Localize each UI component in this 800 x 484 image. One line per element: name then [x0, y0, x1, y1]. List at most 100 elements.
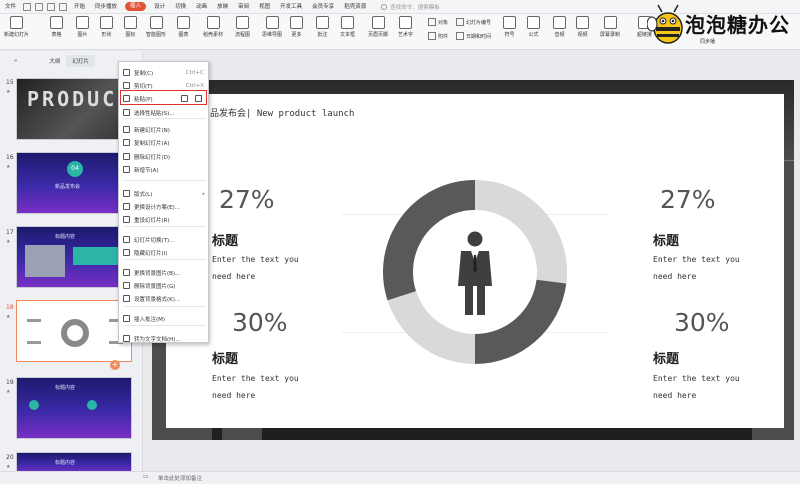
formula-button[interactable]: 公式 — [527, 16, 540, 38]
comment-button[interactable]: 批注 — [316, 16, 329, 38]
icon-button[interactable]: 图标 — [124, 16, 137, 38]
new-slide-button[interactable]: 新建幻灯片 — [4, 16, 29, 38]
menu-review[interactable]: 审阅 — [233, 0, 254, 14]
context-menu-item[interactable]: 选择性粘贴(S)... — [119, 106, 210, 119]
menu-view[interactable]: 视图 — [254, 0, 275, 14]
context-menu-label: 插入批注(M) — [134, 316, 166, 323]
slide-number-button[interactable]: 幻灯片编号 — [456, 18, 491, 26]
slide-canvas[interactable]: 品发布会| New product launch 27% 标题 Enter th… — [166, 94, 784, 428]
table-button[interactable]: 表格 — [50, 16, 63, 38]
context-menu-item[interactable]: 更换设计方案(E)... — [119, 200, 210, 213]
add-after-icon[interactable]: + — [110, 360, 120, 370]
context-menu-item[interactable]: 版式(L) ▸ — [119, 187, 210, 200]
tab-slides[interactable]: 幻灯片 — [66, 55, 95, 67]
tab-outline[interactable]: 大纲 — [43, 55, 66, 67]
video-button[interactable]: 视频 — [576, 16, 589, 38]
slide-thumbnail[interactable]: 04 新品发布会 — [16, 152, 132, 214]
slide-thumbnail[interactable]: PRODUCT — [16, 78, 132, 140]
undo-icon[interactable] — [47, 2, 56, 11]
menu-separator — [123, 306, 206, 307]
context-menu-item[interactable]: 更换背景图片(B)... — [119, 266, 210, 279]
context-menu-item[interactable]: 重设幻灯片(R) — [119, 213, 210, 226]
panel-collapse-icon[interactable]: « — [8, 56, 23, 66]
menu-developer[interactable]: 开发工具 — [275, 0, 307, 14]
menu-transition[interactable]: 切换 — [170, 0, 191, 14]
context-menu-item[interactable]: 插入批注(M) — [119, 312, 210, 325]
attachment-button[interactable]: 附件 — [428, 32, 448, 40]
context-menu: 复制(C) Ctrl+C 剪切(T) Ctrl+X 粘贴(P) 选择性粘贴(S)... 新建… — [118, 61, 209, 343]
hide-slide-icon — [123, 249, 130, 256]
symbol-button[interactable]: 符号 — [503, 16, 516, 38]
smartart-icon — [149, 16, 163, 29]
context-menu-item[interactable]: 复制幻灯片(A) — [119, 136, 210, 149]
context-menu-item[interactable]: 新增节(A) — [119, 163, 210, 176]
command-search[interactable]: 查找命令、搜索模板 — [381, 3, 440, 11]
object-button[interactable]: 对象 — [428, 18, 448, 26]
context-menu-label: 新建幻灯片(N) — [134, 127, 170, 134]
audio-button[interactable]: 音频 — [553, 16, 566, 38]
context-menu-label: 选择性粘贴(S)... — [134, 110, 175, 117]
bee-mascot-icon — [647, 4, 683, 44]
shape-button[interactable]: 形状 — [100, 16, 113, 38]
slide-thumbnail[interactable]: 标题内容 — [16, 377, 132, 439]
mindmap-button[interactable]: 思维导图 — [262, 16, 282, 38]
context-menu-item[interactable]: 复制(C) Ctrl+C — [119, 66, 210, 79]
wordart-button[interactable]: 艺术字 — [398, 16, 413, 38]
menu-insert[interactable]: 插入 — [125, 2, 147, 11]
smartart-button[interactable]: 智能图形 — [146, 16, 166, 38]
stat-percent: 30% — [674, 308, 730, 337]
notes-toggle-icon[interactable]: ▭ — [143, 473, 149, 480]
delete-slide-icon — [123, 153, 130, 160]
context-menu-item[interactable]: 幻灯片切换(T)... — [119, 233, 210, 246]
print-icon[interactable] — [35, 2, 44, 11]
app-window: 文件 开始 同步播放 插入 设计 切换 动画 放映 审阅 视图 开发工具 会员专… — [0, 0, 800, 484]
businessman-icon — [458, 231, 492, 315]
thumb-badge: 04 — [67, 161, 83, 177]
stat-desc: Enter the text you need here — [653, 251, 740, 285]
datetime-button[interactable]: 日期和时间 — [456, 32, 491, 40]
redo-icon[interactable] — [59, 2, 68, 11]
thumb-dot — [29, 400, 39, 410]
slide-thumbnail-selected[interactable] — [16, 300, 132, 362]
menu-home[interactable]: 开始 — [69, 0, 90, 14]
context-menu-item[interactable]: 删除背景图片(G) — [119, 279, 210, 292]
stat-title: 标题 — [653, 352, 680, 367]
paste-icon — [123, 95, 130, 102]
stat-desc-line: Enter the text you — [212, 374, 299, 383]
flowchart-button[interactable]: 流程图 — [235, 16, 250, 38]
textbox-button[interactable]: 文本框 — [340, 16, 355, 38]
wordart-icon — [399, 16, 412, 29]
stat-title: 标题 — [212, 234, 239, 249]
header-footer-button[interactable]: 页眉页脚 — [368, 16, 388, 38]
material-icon — [206, 16, 220, 29]
menu-design[interactable]: 设计 — [149, 0, 170, 14]
paste-picture-icon[interactable] — [195, 95, 202, 102]
picture-button[interactable]: 图片 — [76, 16, 89, 38]
menu-animation[interactable]: 动画 — [191, 0, 212, 14]
context-menu-item[interactable]: 粘贴(P) — [119, 92, 210, 105]
table-icon — [50, 16, 63, 29]
context-menu-item[interactable]: 隐藏幻灯片(I) — [119, 246, 210, 259]
context-menu-item[interactable]: 转为文字文档(H)... — [119, 332, 210, 345]
slide-thumbnail[interactable]: 标题内容 — [16, 226, 132, 288]
context-menu-item[interactable]: 删除幻灯片(D) — [119, 150, 210, 163]
donut-chart[interactable] — [381, 178, 569, 366]
menu-sync-play[interactable]: 同步播放 — [90, 0, 122, 14]
save-icon[interactable] — [23, 2, 32, 11]
notes-placeholder[interactable]: 单击此处添加备注 — [158, 474, 202, 482]
animation-star-icon: ★ — [6, 239, 11, 245]
menu-docer[interactable]: 稻壳资源 — [339, 0, 371, 14]
docer-material-button[interactable]: 稻壳素材 — [203, 16, 223, 38]
chart-button[interactable]: 图表 — [177, 16, 190, 38]
stat-percent: 27% — [219, 185, 275, 214]
menu-slideshow[interactable]: 放映 — [212, 0, 233, 14]
menu-file[interactable]: 文件 — [0, 0, 21, 14]
screen-record-button[interactable]: 屏幕录制 — [600, 16, 620, 38]
context-menu-label: 设置背景格式(K)... — [134, 296, 181, 303]
more-button[interactable]: 更多 — [290, 16, 303, 38]
context-menu-item[interactable]: 剪切(T) Ctrl+X — [119, 79, 210, 92]
context-menu-item[interactable]: 新建幻灯片(N) — [119, 123, 210, 136]
paste-keep-format-icon[interactable] — [181, 95, 188, 102]
context-menu-item[interactable]: 设置背景格式(K)... — [119, 292, 210, 305]
menu-member[interactable]: 会员专享 — [307, 0, 339, 14]
